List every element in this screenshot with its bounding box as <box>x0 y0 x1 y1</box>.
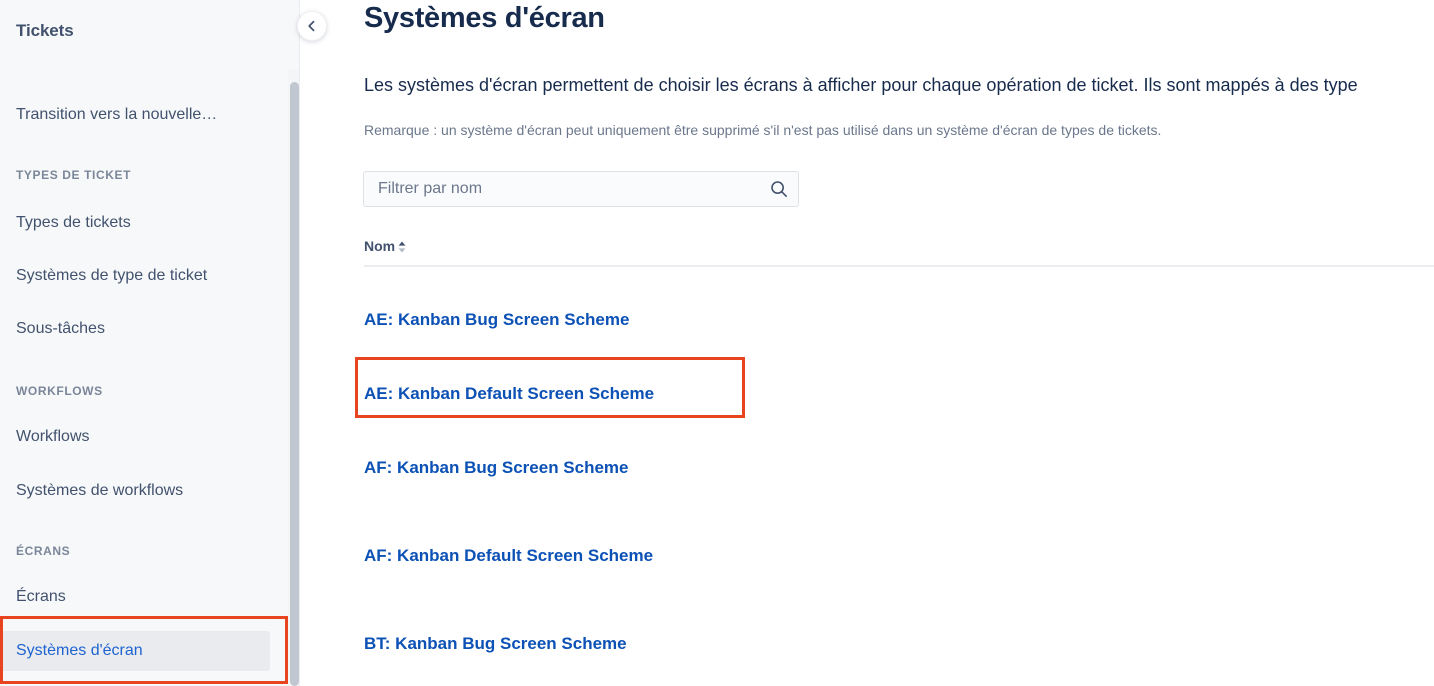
row-link-af-kanban-bug-screen-scheme[interactable]: AF: Kanban Bug Screen Scheme <box>364 458 629 478</box>
sidebar-item-sous-taches[interactable]: Sous-tâches <box>0 309 270 349</box>
sidebar-item-ecrans[interactable]: Écrans <box>0 577 270 617</box>
sidebar-item-label: Écrans <box>16 588 66 605</box>
sidebar-item-systemes-decran[interactable]: Systèmes d'écran <box>0 631 270 671</box>
sidebar-item-transition[interactable]: Transition vers la nouvelle… <box>0 95 270 135</box>
table-header-rule <box>364 265 1434 267</box>
chevron-left-icon <box>308 20 315 32</box>
page-description: Les systèmes d'écran permettent de chois… <box>364 75 1358 95</box>
sidebar-item-label: Types de tickets <box>16 214 131 231</box>
sidebar-item-systemes-de-workflows[interactable]: Systèmes de workflows <box>0 471 270 511</box>
page-title: Systèmes d'écran <box>364 2 605 34</box>
sidebar-item-types-de-tickets[interactable]: Types de tickets <box>0 203 270 243</box>
sidebar-item-label: Transition vers la nouvelle… <box>16 106 218 123</box>
search-input[interactable] <box>364 172 754 206</box>
sidebar-section-ecrans: ÉCRANS <box>16 544 71 558</box>
row-link-ae-kanban-default-screen-scheme[interactable]: AE: Kanban Default Screen Scheme <box>364 384 654 404</box>
sidebar-item-label: Systèmes de type de ticket <box>16 267 208 284</box>
row-link-bt-kanban-bug-screen-scheme[interactable]: BT: Kanban Bug Screen Scheme <box>364 634 627 654</box>
sidebar-item-label: Workflows <box>16 428 90 445</box>
table-row[interactable]: BT: Kanban Bug Screen Scheme <box>364 600 1434 686</box>
column-header-label: Nom <box>364 238 396 254</box>
sidebar-scrollbar-thumb[interactable] <box>290 82 299 686</box>
sidebar-item-label: Sous-tâches <box>16 320 105 337</box>
sidebar-item-systemes-de-type-de-ticket[interactable]: Systèmes de type de ticket <box>0 256 270 296</box>
sidebar-item-label: Systèmes de workflows <box>16 482 184 499</box>
row-link-ae-kanban-bug-screen-scheme[interactable]: AE: Kanban Bug Screen Scheme <box>364 310 629 330</box>
sidebar-item-workflows[interactable]: Workflows <box>0 417 270 457</box>
row-link-af-kanban-default-screen-scheme[interactable]: AF: Kanban Default Screen Scheme <box>364 546 653 566</box>
sort-updown-icon[interactable] <box>397 240 407 254</box>
sidebar: Tickets Transition vers la nouvelle… TYP… <box>0 0 300 686</box>
column-header-nom[interactable]: Nom <box>364 238 407 254</box>
sidebar-section-workflows: WORKFLOWS <box>16 384 103 398</box>
main-content: Systèmes d'écran Les systèmes d'écran pe… <box>300 0 1434 686</box>
sidebar-item-label: Systèmes d'écran <box>16 642 143 659</box>
search-icon[interactable] <box>770 180 788 198</box>
sidebar-collapse-button[interactable] <box>297 11 327 41</box>
sidebar-section-types-de-ticket: TYPES DE TICKET <box>16 168 132 182</box>
sidebar-title: Tickets <box>16 21 74 40</box>
table-row[interactable]: AF: Kanban Bug Screen Scheme <box>364 424 1434 512</box>
table-row[interactable]: AF: Kanban Default Screen Scheme <box>364 512 1434 600</box>
page-note: Remarque : un système d'écran peut uniqu… <box>364 122 1162 138</box>
search-field-wrapper[interactable] <box>363 171 799 207</box>
